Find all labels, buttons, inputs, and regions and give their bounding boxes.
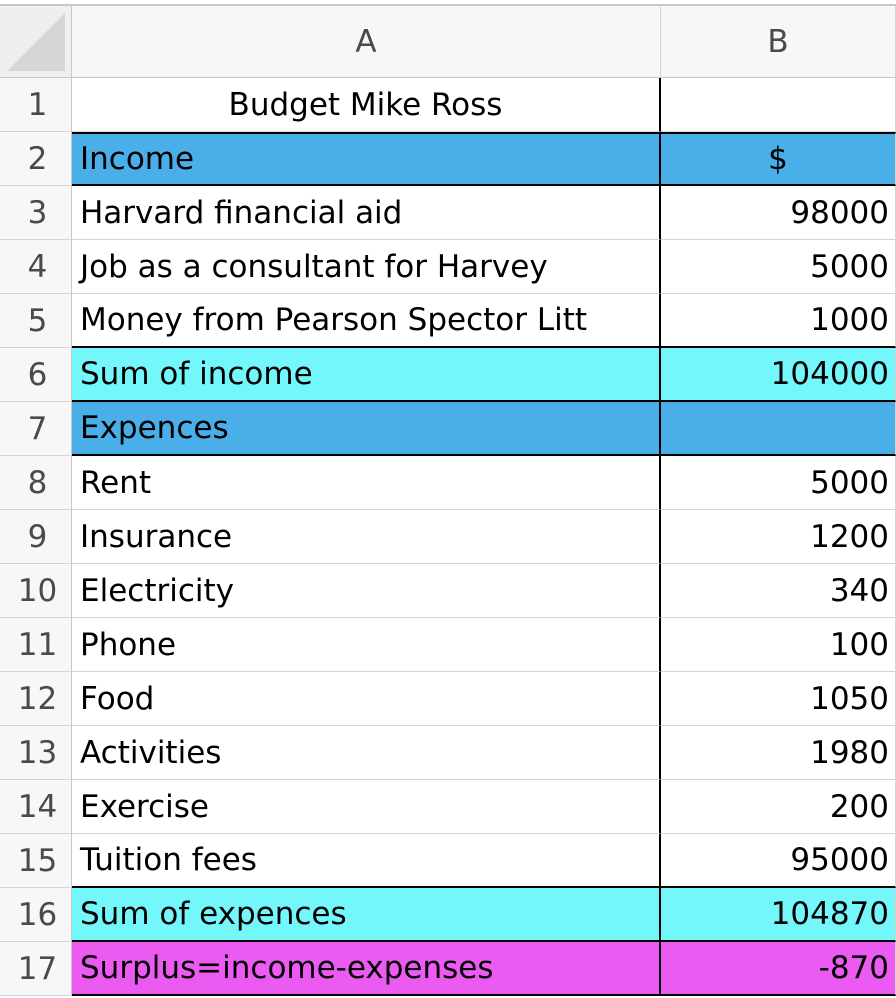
cell-b17[interactable]: -870 bbox=[661, 942, 896, 996]
cell-a5[interactable]: Money from Pearson Spector Litt bbox=[72, 294, 661, 348]
row-header-7[interactable]: 7 bbox=[0, 402, 72, 456]
cell-a3[interactable]: Harvard financial aid bbox=[72, 186, 661, 240]
cell-a4[interactable]: Job as a consultant for Harvey bbox=[72, 240, 661, 294]
cell-b6[interactable]: 104000 bbox=[661, 348, 896, 402]
row-header-17[interactable]: 17 bbox=[0, 942, 72, 996]
cell-a12[interactable]: Food bbox=[72, 672, 661, 726]
row-header-4[interactable]: 4 bbox=[0, 240, 72, 294]
cell-b2[interactable]: $ bbox=[661, 132, 896, 186]
cell-b1[interactable] bbox=[661, 78, 896, 132]
cell-b3[interactable]: 98000 bbox=[661, 186, 896, 240]
select-all-corner[interactable] bbox=[0, 6, 72, 78]
column-header-a[interactable]: A bbox=[72, 6, 661, 78]
cell-b7[interactable] bbox=[661, 402, 896, 456]
row-header-3[interactable]: 3 bbox=[0, 186, 72, 240]
cell-b11[interactable]: 100 bbox=[661, 618, 896, 672]
row-header-14[interactable]: 14 bbox=[0, 780, 72, 834]
cell-a8[interactable]: Rent bbox=[72, 456, 661, 510]
row-header-15[interactable]: 15 bbox=[0, 834, 72, 888]
cell-a1[interactable]: Budget Mike Ross bbox=[72, 78, 661, 132]
row-header-12[interactable]: 12 bbox=[0, 672, 72, 726]
cell-b15[interactable]: 95000 bbox=[661, 834, 896, 888]
cell-a11[interactable]: Phone bbox=[72, 618, 661, 672]
cell-a7[interactable]: Expences bbox=[72, 402, 661, 456]
row-header-9[interactable]: 9 bbox=[0, 510, 72, 564]
cell-a9[interactable]: Insurance bbox=[72, 510, 661, 564]
column-header-b[interactable]: B bbox=[661, 6, 896, 78]
cell-a2[interactable]: Income bbox=[72, 132, 661, 186]
cell-a16[interactable]: Sum of expences bbox=[72, 888, 661, 942]
cell-a17[interactable]: Surplus=income-expenses bbox=[72, 942, 661, 996]
cell-b13[interactable]: 1980 bbox=[661, 726, 896, 780]
cell-a13[interactable]: Activities bbox=[72, 726, 661, 780]
cell-b14[interactable]: 200 bbox=[661, 780, 896, 834]
row-header-11[interactable]: 11 bbox=[0, 618, 72, 672]
cell-b5[interactable]: 1000 bbox=[661, 294, 896, 348]
cell-grid: A B 1 Budget Mike Ross 2 Income $3 Harvard fi… bbox=[0, 6, 896, 996]
cell-a6[interactable]: Sum of income bbox=[72, 348, 661, 402]
row-header-10[interactable]: 10 bbox=[0, 564, 72, 618]
cell-b10[interactable]: 340 bbox=[661, 564, 896, 618]
spreadsheet: A B 1 Budget Mike Ross 2 Income $3 Harvard fi… bbox=[0, 0, 896, 998]
cell-a14[interactable]: Exercise bbox=[72, 780, 661, 834]
cell-a15[interactable]: Tuition fees bbox=[72, 834, 661, 888]
cell-b16[interactable]: 104870 bbox=[661, 888, 896, 942]
row-header-8[interactable]: 8 bbox=[0, 456, 72, 510]
cell-a10[interactable]: Electricity bbox=[72, 564, 661, 618]
row-header-2[interactable]: 2 bbox=[0, 132, 72, 186]
row-header-1[interactable]: 1 bbox=[0, 78, 72, 132]
cell-b12[interactable]: 1050 bbox=[661, 672, 896, 726]
row-header-5[interactable]: 5 bbox=[0, 294, 72, 348]
row-header-13[interactable]: 13 bbox=[0, 726, 72, 780]
cell-b9[interactable]: 1200 bbox=[661, 510, 896, 564]
row-header-6[interactable]: 6 bbox=[0, 348, 72, 402]
select-all-icon bbox=[7, 13, 65, 71]
cell-b4[interactable]: 5000 bbox=[661, 240, 896, 294]
cell-b8[interactable]: 5000 bbox=[661, 456, 896, 510]
row-header-16[interactable]: 16 bbox=[0, 888, 72, 942]
